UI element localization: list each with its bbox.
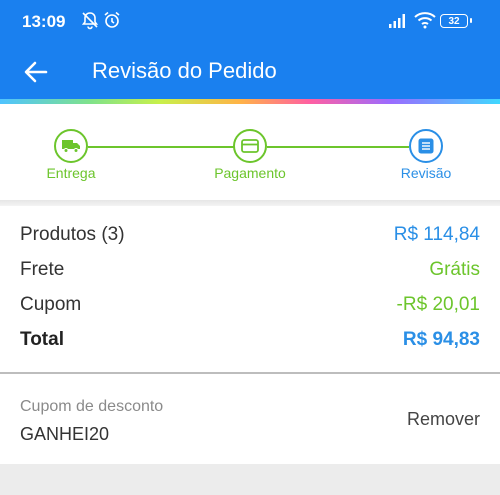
total-label: Total [20,329,64,350]
step-label-pagamento: Pagamento [214,165,286,181]
wifi-icon [414,12,436,29]
page-title: Revisão do Pedido [92,58,277,83]
coupon-label: Cupom [20,294,82,315]
list-icon [418,138,434,154]
step-label-revisao: Revisão [400,165,452,181]
app-header: 13:09 32 Revisão do Pedido [0,0,500,101]
battery-icon: 32 [440,14,472,28]
step-revisao [409,129,443,163]
coupon-value: -R$ 20,01 [396,294,480,315]
discount-coupon-label: Cupom de desconto [20,398,164,415]
alarm-icon [104,11,120,28]
summary-row-total: Total R$ 94,83 [20,329,480,359]
status-bar: 13:09 32 [0,0,500,44]
step-connector [88,146,235,148]
checkout-stepper: Entrega Pagamento Revisão [0,104,500,200]
discount-coupon-code: GANHEI20 [20,424,110,444]
card-icon [241,139,259,153]
bottom-area [0,464,500,495]
step-connector [267,146,409,148]
remove-coupon-button[interactable]: Remover [407,409,480,430]
truck-icon [62,140,80,153]
order-summary: Produtos (3) R$ 114,84 Frete Grátis Cupo… [0,206,500,372]
summary-row-coupon: Cupom -R$ 20,01 [20,294,480,324]
step-label-entrega: Entrega [46,165,96,181]
products-value: R$ 114,84 [393,224,480,245]
summary-row-products: Produtos (3) R$ 114,84 [20,224,480,254]
step-pagamento [233,129,267,163]
total-value: R$ 94,83 [402,329,480,350]
shipping-label: Frete [20,259,65,280]
summary-row-shipping: Frete Grátis [20,259,480,289]
products-label: Produtos (3) [20,224,125,245]
discount-coupon-section: Cupom de desconto GANHEI20 Remover [0,374,500,464]
bell-off-icon [81,12,99,30]
step-entrega [54,129,88,163]
shipping-value: Grátis [429,259,480,280]
signal-icon [389,14,405,28]
back-arrow-icon[interactable] [22,58,50,86]
status-time: 13:09 [22,12,66,31]
